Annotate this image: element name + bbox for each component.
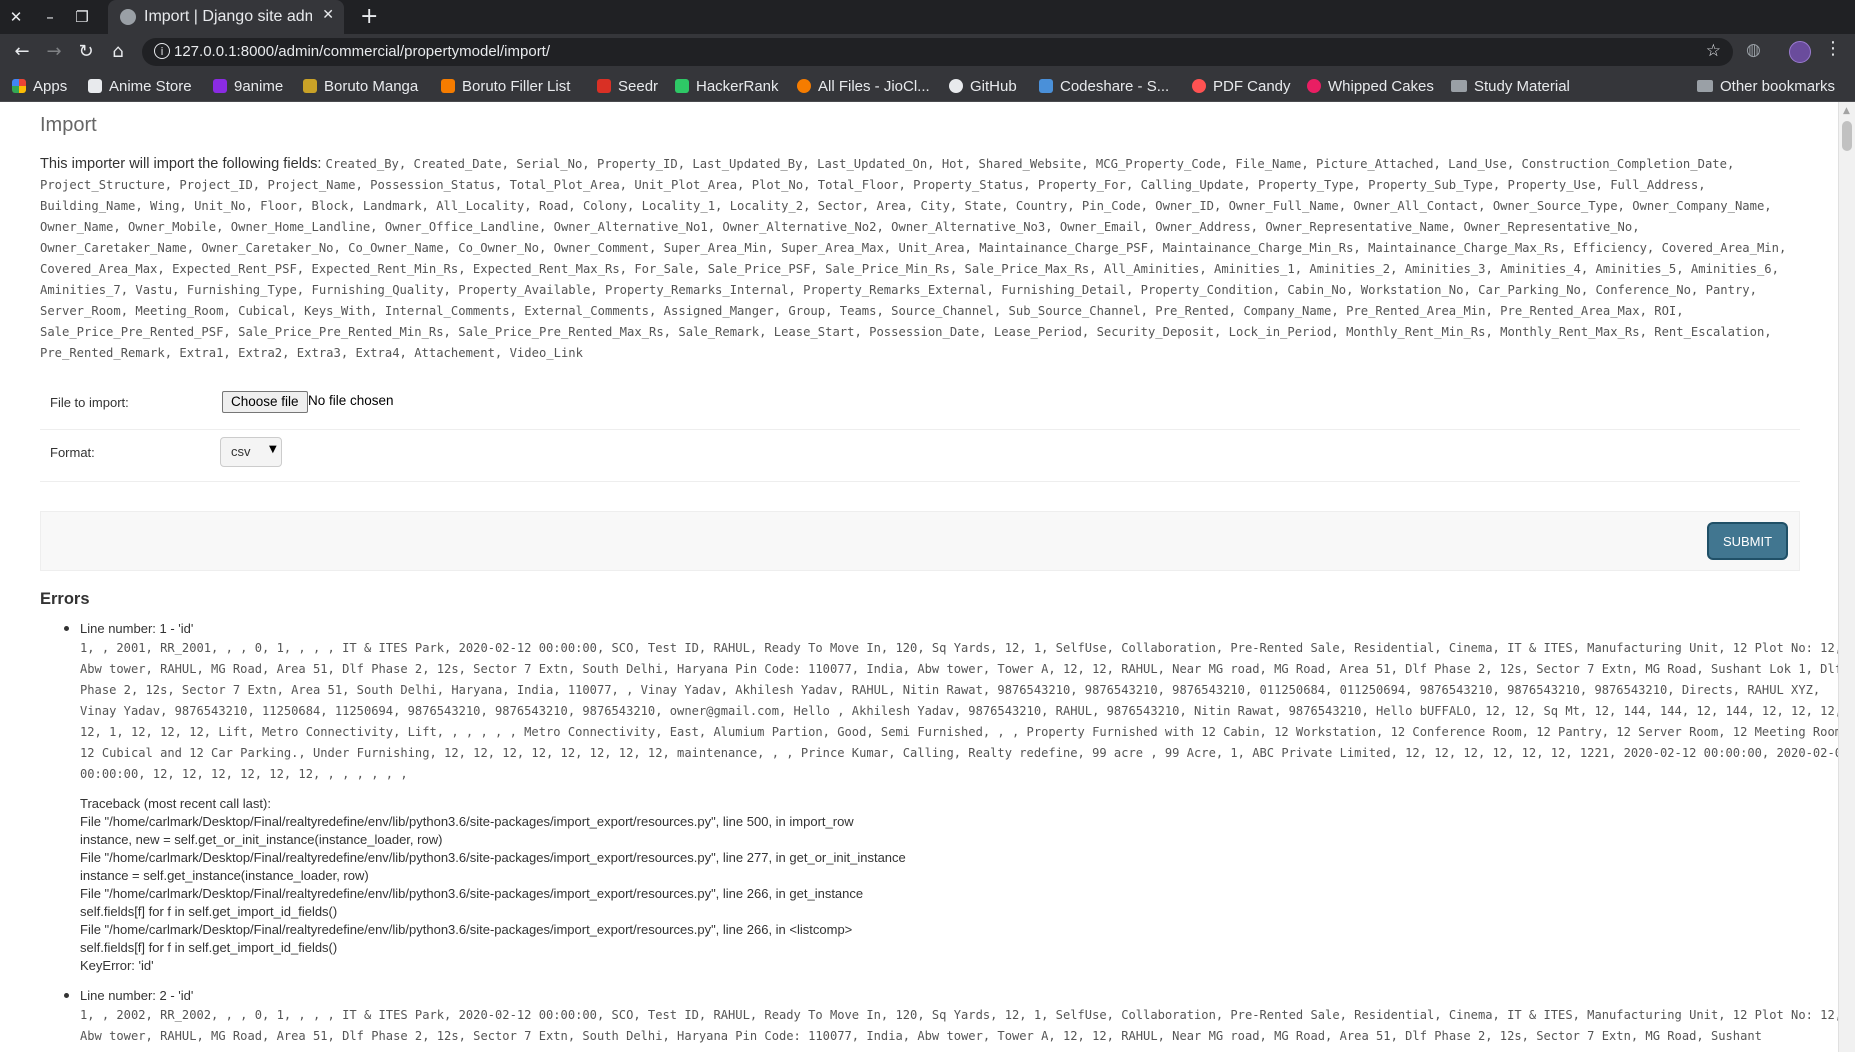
error-line-number: Line number: 2 - 'id' — [80, 988, 194, 1003]
pdf-candy-icon — [1192, 79, 1206, 93]
caret-down-icon: ▼ — [269, 444, 277, 455]
page-content: Import This importer will import the fol… — [0, 102, 1838, 1052]
bookmark-boruto-manga[interactable]: Boruto Manga — [303, 76, 418, 96]
bookmark-apps[interactable]: Apps — [12, 76, 67, 96]
format-label: Format: — [50, 445, 95, 460]
file-import-label: File to import: — [50, 395, 129, 410]
filler-icon — [441, 79, 455, 93]
folder-icon — [1697, 80, 1713, 92]
minimize-window-icon[interactable]: – — [40, 7, 60, 27]
globe-icon — [120, 9, 136, 25]
traceback-line: File "/home/carlmark/Desktop/Final/realt… — [80, 886, 864, 901]
tab-title: Import | Django site admin — [144, 8, 312, 25]
manga-icon — [303, 79, 317, 93]
bookmark-whipped-cakes[interactable]: Whipped Cakes — [1307, 76, 1434, 96]
format-selected-value: csv — [231, 444, 251, 459]
profile-avatar[interactable] — [1789, 41, 1811, 63]
import-fields-description: This importer will import the following … — [40, 154, 1800, 364]
submit-row: SUBMIT — [40, 511, 1800, 571]
errors-heading: Errors — [40, 590, 90, 608]
github-icon — [949, 79, 963, 93]
forward-arrow-icon[interactable]: → — [42, 40, 66, 64]
import-fields-list: Created_By, Created_Date, Serial_No, Pro… — [40, 157, 1787, 360]
scrollbar-thumb[interactable] — [1842, 121, 1852, 151]
new-tab-icon[interactable]: + — [360, 4, 378, 29]
address-bar[interactable]: i 127.0.0.1:8000/admin/commercial/proper… — [142, 38, 1733, 66]
bookmark-github[interactable]: GitHub — [949, 76, 1017, 96]
address-bar-url: 127.0.0.1:8000/admin/commercial/property… — [174, 43, 551, 60]
traceback-line: KeyError: 'id' — [80, 958, 154, 973]
format-row: Format: csv ▼ — [40, 437, 1800, 482]
close-window-icon[interactable]: ✕ — [6, 7, 26, 27]
traceback-line: File "/home/carlmark/Desktop/Final/realt… — [80, 814, 854, 829]
file-import-row: File to import: Choose file No file chos… — [40, 391, 1800, 430]
page-scrollbar[interactable]: ▲ — [1838, 102, 1855, 1052]
folder-icon — [1451, 80, 1467, 92]
scroll-up-arrow-icon[interactable]: ▲ — [1843, 106, 1850, 116]
browser-tab-active[interactable]: Import | Django site admin ✕ — [108, 0, 344, 34]
error-line-number: Line number: 1 - 'id' — [80, 621, 194, 636]
traceback-line: self.fields[f] for f in self.get_import_… — [80, 940, 338, 955]
cloud-icon — [797, 79, 811, 93]
bookmark-seedr[interactable]: Seedr — [597, 76, 658, 96]
bookmark-other-bookmarks[interactable]: Other bookmarks — [1697, 76, 1835, 96]
play-icon — [213, 79, 227, 93]
errors-list: Line number: 1 - 'id' 1, , 2001, RR_2001… — [40, 620, 1838, 1052]
bookmark-hackerrank[interactable]: HackerRank — [675, 76, 779, 96]
restore-window-icon[interactable]: ❐ — [72, 7, 92, 27]
traceback-line: instance = self.get_instance(instance_lo… — [80, 868, 369, 883]
apps-grid-icon — [12, 79, 26, 93]
list-bullet — [64, 993, 69, 998]
traceback-line: File "/home/carlmark/Desktop/Final/realt… — [80, 922, 853, 937]
bookmark-boruto-filler-list[interactable]: Boruto Filler List — [441, 76, 570, 96]
bookmark-9anime[interactable]: 9anime — [213, 76, 283, 96]
info-icon[interactable]: i — [154, 43, 170, 59]
tab-close-icon[interactable]: ✕ — [322, 7, 334, 23]
bookmark-anime-store[interactable]: Anime Store — [88, 76, 192, 96]
error-row-data: 1, , 2002, RR_2002, , , 0, 1, , , , IT &… — [80, 1008, 1838, 1043]
hackerrank-icon — [675, 79, 689, 93]
home-icon[interactable]: ⌂ — [106, 40, 130, 64]
codeshare-icon — [1039, 79, 1053, 93]
page-title: Import — [40, 114, 97, 136]
page-icon — [88, 79, 102, 93]
traceback-line: File "/home/carlmark/Desktop/Final/realt… — [80, 850, 906, 865]
intro-prefix: This importer will import the following … — [40, 156, 322, 172]
bookmark-pdf-candy[interactable]: PDF Candy — [1192, 76, 1291, 96]
file-status-text: No file chosen — [308, 393, 394, 408]
reload-icon[interactable]: ↻ — [74, 40, 98, 64]
seedr-icon — [597, 79, 611, 93]
choose-file-button[interactable]: Choose file — [222, 391, 308, 413]
traceback-line: self.fields[f] for f in self.get_import_… — [80, 904, 338, 919]
traceback-line: instance, new = self.get_or_init_instanc… — [80, 832, 443, 847]
submit-button[interactable]: SUBMIT — [1709, 524, 1786, 558]
error-item: Line number: 1 - 'id' 1, , 2001, RR_2001… — [64, 620, 1838, 975]
cake-icon — [1307, 79, 1321, 93]
list-bullet — [64, 626, 69, 631]
back-arrow-icon[interactable]: ← — [10, 40, 34, 64]
browser-toolbar: ← → ↻ ⌂ i 127.0.0.1:8000/admin/commercia… — [0, 34, 1855, 70]
error-item: Line number: 2 - 'id' 1, , 2002, RR_2002… — [64, 987, 1838, 1047]
extension-globe-icon[interactable]: ◍ — [1746, 40, 1761, 60]
format-select[interactable]: csv ▼ — [220, 437, 282, 467]
browser-menu-icon[interactable]: ⋮ — [1824, 38, 1842, 59]
bookmark-star-icon[interactable]: ☆ — [1706, 41, 1721, 61]
bookmark-jiocloud[interactable]: All Files - JioCl... — [797, 76, 930, 96]
browser-titlebar: ✕ – ❐ Import | Django site admin ✕ + — [0, 0, 1855, 34]
bookmark-study-material[interactable]: Study Material — [1451, 76, 1570, 96]
bookmark-codeshare[interactable]: Codeshare - S... — [1039, 76, 1169, 96]
traceback-title: Traceback (most recent call last): — [80, 796, 271, 811]
error-row-data: 1, , 2001, RR_2001, , , 0, 1, , , , IT &… — [80, 641, 1838, 781]
bookmarks-bar: Apps Anime Store 9anime Boruto Manga Bor… — [0, 70, 1855, 102]
